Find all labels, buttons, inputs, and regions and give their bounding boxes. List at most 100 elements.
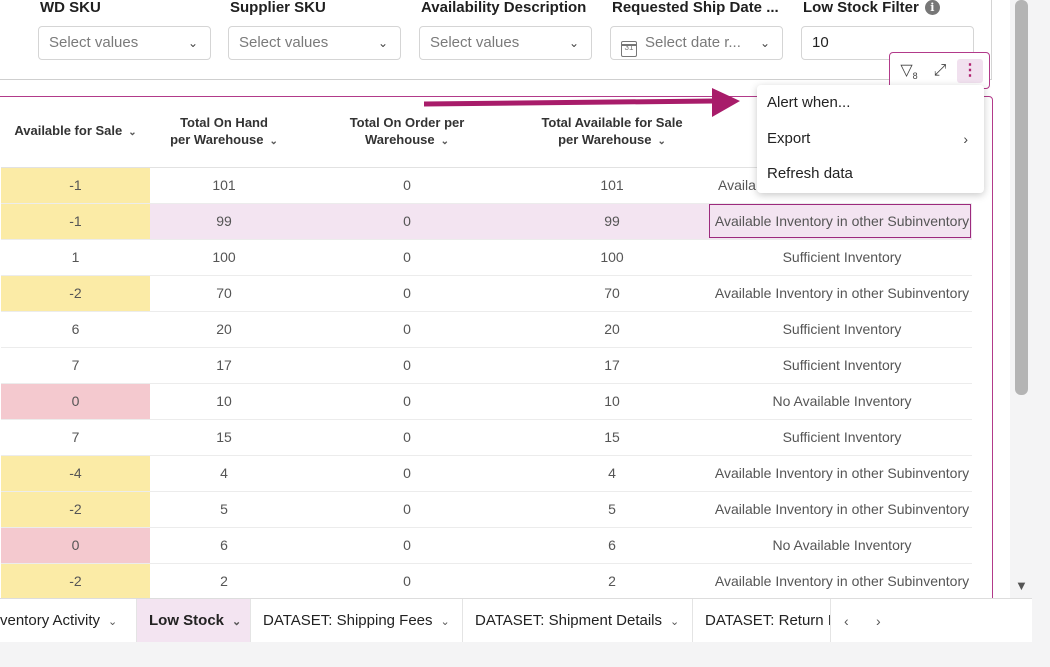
table-cell[interactable]: 5 xyxy=(516,491,708,528)
table-cell[interactable]: -1 xyxy=(1,167,150,204)
table-row[interactable]: -2 70 0 70 Available Inventory in other Subi… xyxy=(1,275,972,312)
table-cell[interactable]: Available Inventory in other Subinventor… xyxy=(708,491,972,528)
table-cell[interactable]: 20 xyxy=(516,311,708,348)
table-cell[interactable]: 2 xyxy=(516,563,708,600)
tab-inventory-activity[interactable]: ventory Activity ⌄ xyxy=(0,599,137,643)
menu-item-refresh-data[interactable]: Refresh data xyxy=(757,157,984,191)
table-row[interactable]: 6 20 0 20 Sufficient Inventory xyxy=(1,311,972,348)
dashboard-page: WD SKU Select values ⌄ Supplier SKU Sele… xyxy=(0,0,1010,667)
table-row[interactable]: -2 2 0 2 Available Inventory in other Subinv… xyxy=(1,563,972,600)
table-row[interactable]: 7 17 0 17 Sufficient Inventory xyxy=(1,347,972,384)
table-cell[interactable]: 0 xyxy=(298,275,516,312)
table-cell[interactable]: 0 xyxy=(1,383,150,420)
table-cell[interactable]: 15 xyxy=(516,419,708,456)
table-cell[interactable]: 101 xyxy=(150,167,298,204)
tab-scroll-left-icon[interactable]: ‹ xyxy=(844,599,849,643)
chevron-down-icon: ⌄ xyxy=(440,135,449,147)
table-cell[interactable]: Available Inventory in other Subinventor… xyxy=(708,275,972,312)
availability-description-select[interactable]: Select values ⌄ xyxy=(419,26,592,60)
table-cell[interactable]: 101 xyxy=(516,167,708,204)
table-cell[interactable]: 7 xyxy=(1,347,150,384)
table-cell[interactable]: 0 xyxy=(298,311,516,348)
table-cell[interactable]: 4 xyxy=(150,455,298,492)
annotation-arrow xyxy=(424,88,740,117)
table-cell[interactable]: 1 xyxy=(1,239,150,276)
table-cell[interactable]: 0 xyxy=(298,419,516,456)
table-row[interactable]: 7 15 0 15 Sufficient Inventory xyxy=(1,419,972,456)
table-cell[interactable]: Sufficient Inventory xyxy=(708,239,972,276)
tab-low-stock[interactable]: Low Stock ⌄ xyxy=(137,599,251,643)
filter-label-availability: Availability Description xyxy=(421,0,587,16)
table-row[interactable]: 1 100 0 100 Sufficient Inventory xyxy=(1,239,972,276)
table-cell[interactable]: 0 xyxy=(298,203,516,240)
table-cell[interactable]: No Available Inventory xyxy=(708,527,972,564)
table-cell[interactable]: -1 xyxy=(1,203,150,240)
scroll-down-arrow-icon[interactable]: ▼ xyxy=(1015,578,1028,593)
more-options-button[interactable]: ⋮ xyxy=(957,59,983,83)
table-cell[interactable]: 0 xyxy=(298,347,516,384)
wd-sku-select[interactable]: Select values ⌄ xyxy=(38,26,211,60)
table-cell[interactable]: 6 xyxy=(516,527,708,564)
table-cell[interactable]: -2 xyxy=(1,563,150,600)
table-cell[interactable]: 100 xyxy=(516,239,708,276)
table-cell[interactable]: Available Inventory in other Subinventor… xyxy=(708,203,972,240)
table-cell[interactable]: 5 xyxy=(150,491,298,528)
table-cell[interactable]: Sufficient Inventory xyxy=(708,311,972,348)
menu-item-alert-when[interactable]: Alert when... xyxy=(757,86,984,120)
table-cell[interactable]: 0 xyxy=(298,383,516,420)
table-cell[interactable]: 6 xyxy=(1,311,150,348)
filter-funnel-button[interactable]: ▽8 xyxy=(896,59,922,83)
chevron-down-icon: ⌄ xyxy=(377,36,388,50)
table-row[interactable]: 0 6 0 6 No Available Inventory xyxy=(1,527,972,564)
column-header-available-for-sale[interactable]: Available for Sale ⌄ xyxy=(1,97,150,168)
table-cell[interactable]: -2 xyxy=(1,491,150,528)
table-cell[interactable]: 2 xyxy=(150,563,298,600)
table-cell[interactable]: 0 xyxy=(298,239,516,276)
supplier-sku-select[interactable]: Select values ⌄ xyxy=(228,26,401,60)
column-header-total-on-hand[interactable]: Total On Hand per Warehouse ⌄ xyxy=(150,97,298,168)
expand-button[interactable]: ⤢ xyxy=(927,59,953,83)
info-icon[interactable]: i xyxy=(924,0,940,15)
tab-shipping-fees[interactable]: DATASET: Shipping Fees ⌄ xyxy=(251,599,463,643)
table-cell[interactable]: 6 xyxy=(150,527,298,564)
table-cell[interactable]: 70 xyxy=(150,275,298,312)
table-cell[interactable]: Sufficient Inventory xyxy=(708,419,972,456)
low-stock-value: 10 xyxy=(812,34,829,51)
table-cell[interactable]: 0 xyxy=(1,527,150,564)
table-cell[interactable]: 70 xyxy=(516,275,708,312)
table-cell[interactable]: 15 xyxy=(150,419,298,456)
vertical-scrollbar[interactable]: ▼ xyxy=(1012,0,1032,598)
table-cell[interactable]: 100 xyxy=(150,239,298,276)
table-cell[interactable]: Sufficient Inventory xyxy=(708,347,972,384)
table-cell[interactable]: 0 xyxy=(298,455,516,492)
table-cell[interactable]: -2 xyxy=(1,275,150,312)
table-cell[interactable]: 4 xyxy=(516,455,708,492)
table-cell[interactable]: 0 xyxy=(298,167,516,204)
table-cell[interactable]: Available Inventory in other Subinventor… xyxy=(708,455,972,492)
table-cell[interactable]: 0 xyxy=(298,491,516,528)
menu-item-export[interactable]: Export › xyxy=(757,122,984,156)
scrollbar-thumb[interactable] xyxy=(1015,0,1028,395)
table-cell[interactable]: 0 xyxy=(298,527,516,564)
table-cell[interactable]: 10 xyxy=(150,383,298,420)
table-cell[interactable]: 7 xyxy=(1,419,150,456)
table-cell[interactable]: 17 xyxy=(516,347,708,384)
table-cell[interactable]: 99 xyxy=(150,203,298,240)
tab-shipment-details[interactable]: DATASET: Shipment Details ⌄ xyxy=(463,599,693,643)
table-cell[interactable]: 20 xyxy=(150,311,298,348)
table-row[interactable]: 0 10 0 10 No Available Inventory xyxy=(1,383,972,420)
table-cell[interactable]: Available Inventory in other Subinventor… xyxy=(708,563,972,600)
table-row[interactable]: -4 4 0 4 Available Inventory in other Subinv… xyxy=(1,455,972,492)
table-cell[interactable]: -4 xyxy=(1,455,150,492)
tab-return[interactable]: DATASET: Return F xyxy=(693,599,831,643)
table-row[interactable]: -1 99 0 99 Available Inventory in other Subi… xyxy=(1,203,972,240)
ship-date-picker[interactable]: 31 Select date r... ⌄ xyxy=(610,26,783,60)
chevron-down-icon: ⌄ xyxy=(108,616,118,628)
table-cell[interactable]: 17 xyxy=(150,347,298,384)
table-cell[interactable]: 99 xyxy=(516,203,708,240)
table-cell[interactable]: 0 xyxy=(298,563,516,600)
table-cell[interactable]: No Available Inventory xyxy=(708,383,972,420)
table-row[interactable]: -2 5 0 5 Available Inventory in other Subinv… xyxy=(1,491,972,528)
table-cell[interactable]: 10 xyxy=(516,383,708,420)
tab-scroll-right-icon[interactable]: › xyxy=(876,599,881,643)
